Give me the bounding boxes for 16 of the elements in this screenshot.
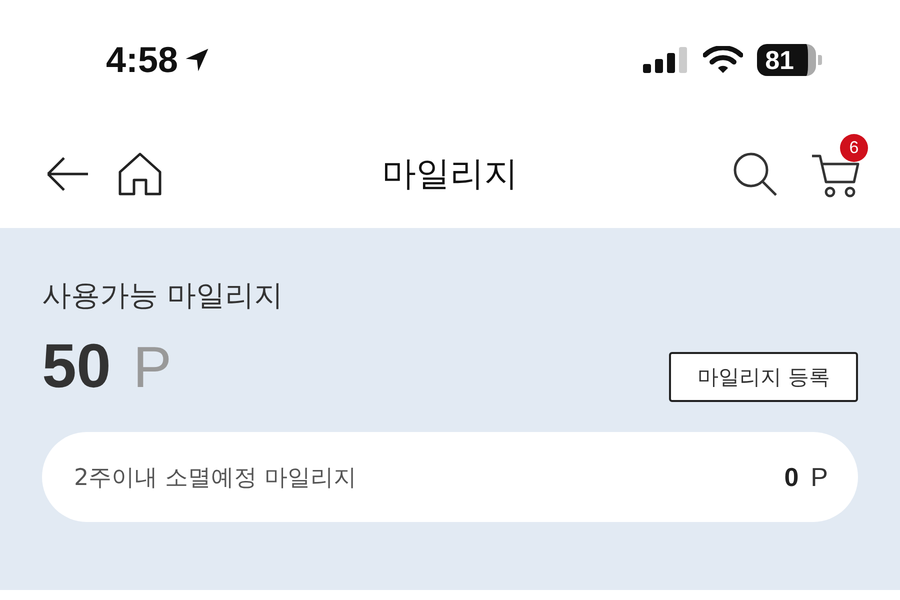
expiring-amount: 0 <box>784 462 799 492</box>
mileage-amount: 50 <box>42 330 111 402</box>
page-title: 마일리지 <box>382 153 518 196</box>
search-button[interactable] <box>732 151 778 197</box>
wifi-icon <box>703 46 744 74</box>
available-mileage-label: 사용가능 마일리지 <box>42 277 284 314</box>
cart-button[interactable]: 6 <box>810 134 868 198</box>
expiring-unit: P <box>810 462 828 492</box>
mileage-unit: P <box>132 334 172 400</box>
cart-count-badge: 6 <box>840 134 868 162</box>
register-mileage-button[interactable]: 마일리지 등록 <box>669 352 858 402</box>
home-button[interactable] <box>116 150 164 198</box>
signal-icon <box>643 47 690 73</box>
battery-level: 81 <box>757 44 816 76</box>
expiring-mileage-label: 2주이내 소멸예정 마일리지 <box>74 464 356 492</box>
status-time: 4:58 <box>106 39 178 81</box>
